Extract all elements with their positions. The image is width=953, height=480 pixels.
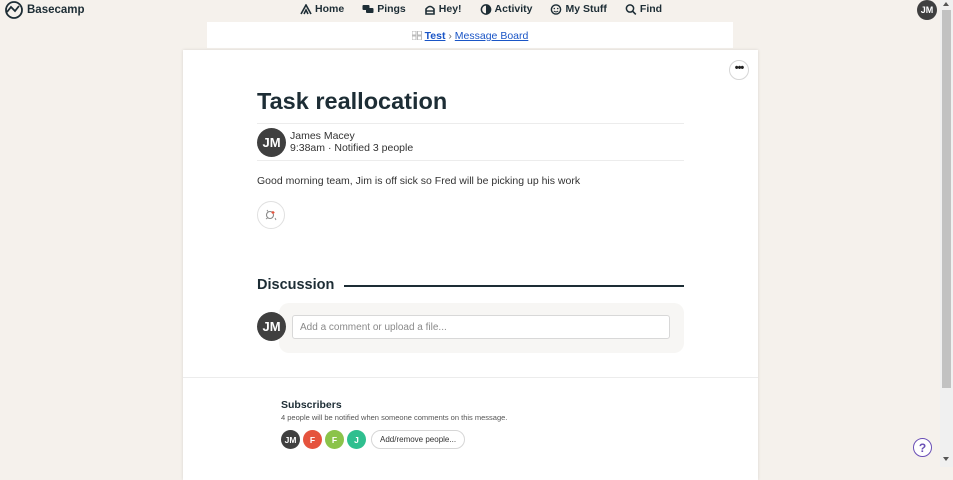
message-body: Good morning team, Jim is off sick so Fr…	[257, 175, 581, 187]
scroll-down-arrow-icon[interactable]	[943, 457, 949, 461]
scrollbar-thumb[interactable]	[942, 10, 951, 388]
scroll-up-arrow-icon[interactable]	[943, 2, 949, 6]
my-stuff-icon	[551, 3, 562, 15]
subscriber-avatar[interactable]: J	[347, 430, 366, 449]
breadcrumb-card: Test › Message Board	[207, 22, 733, 48]
top-navigation: Basecamp Home Pings Hey! Activity My Stu…	[0, 0, 940, 20]
nav-hey-label: Hey!	[438, 3, 462, 15]
author-name[interactable]: James Macey	[290, 130, 355, 142]
nav-hey[interactable]: Hey!	[424, 3, 462, 15]
breadcrumb-project-link[interactable]: Test	[425, 30, 446, 42]
author-avatar[interactable]: JM	[257, 128, 286, 157]
discussion-heading: Discussion	[257, 277, 335, 293]
nav-pings-label: Pings	[377, 3, 406, 15]
commenter-avatar: JM	[257, 312, 286, 341]
subscriber-avatar[interactable]: JM	[281, 430, 300, 449]
nav-find[interactable]: Find	[625, 3, 662, 15]
breadcrumb-separator: ›	[448, 30, 452, 42]
basecamp-logo-icon	[5, 1, 23, 19]
basecamp-logo[interactable]: Basecamp	[4, 1, 85, 19]
search-icon	[625, 3, 637, 15]
more-options-icon: •••	[734, 62, 745, 74]
nav-my-stuff-label: My Stuff	[565, 3, 607, 15]
add-remove-people-button[interactable]: Add/remove people...	[371, 430, 466, 449]
boost-button[interactable]	[257, 201, 285, 229]
breadcrumb-section-link[interactable]: Message Board	[455, 30, 529, 42]
project-grid-icon	[411, 31, 422, 40]
hey-icon	[424, 5, 435, 15]
meta-separator: ·	[327, 142, 332, 154]
nav-activity[interactable]: Activity	[480, 3, 533, 15]
subscriber-list: JM F F J Add/remove people...	[281, 430, 466, 449]
scrollbar[interactable]	[940, 0, 953, 467]
message-time: 9:38am	[290, 142, 326, 154]
message-card: ••• Task reallocation JM James Macey 9:3…	[183, 50, 758, 480]
discussion-divider	[344, 285, 684, 287]
subscriber-avatar[interactable]: F	[303, 430, 322, 449]
activity-icon	[480, 3, 491, 15]
nav-home[interactable]: Home	[300, 3, 344, 15]
main-nav: Home Pings Hey! Activity My Stuff Find	[300, 3, 662, 15]
message-title: Task reallocation	[257, 88, 448, 114]
brand-label: Basecamp	[27, 4, 85, 16]
notified-count[interactable]: Notified 3 people	[334, 142, 413, 154]
nav-activity-label: Activity	[494, 3, 533, 15]
subscriber-avatar[interactable]: F	[325, 430, 344, 449]
breadcrumb: Test › Message Board	[207, 30, 733, 42]
comment-input[interactable]	[292, 315, 670, 339]
pings-icon	[362, 4, 374, 13]
divider	[183, 377, 758, 378]
nav-my-stuff[interactable]: My Stuff	[550, 3, 607, 15]
boost-icon	[265, 209, 277, 221]
nav-pings[interactable]: Pings	[362, 3, 406, 15]
nav-home-label: Home	[315, 3, 345, 15]
more-options-button[interactable]: •••	[729, 60, 749, 80]
help-button[interactable]: ?	[913, 438, 932, 457]
message-meta: 9:38am · Notified 3 people	[290, 142, 413, 154]
divider	[257, 160, 684, 161]
divider	[257, 123, 684, 124]
subscribers-note: 4 people will be notified when someone c…	[281, 413, 508, 422]
subscribers-heading: Subscribers	[281, 399, 342, 411]
user-avatar[interactable]: JM	[917, 0, 937, 20]
home-icon	[300, 3, 312, 14]
nav-find-label: Find	[639, 3, 663, 15]
